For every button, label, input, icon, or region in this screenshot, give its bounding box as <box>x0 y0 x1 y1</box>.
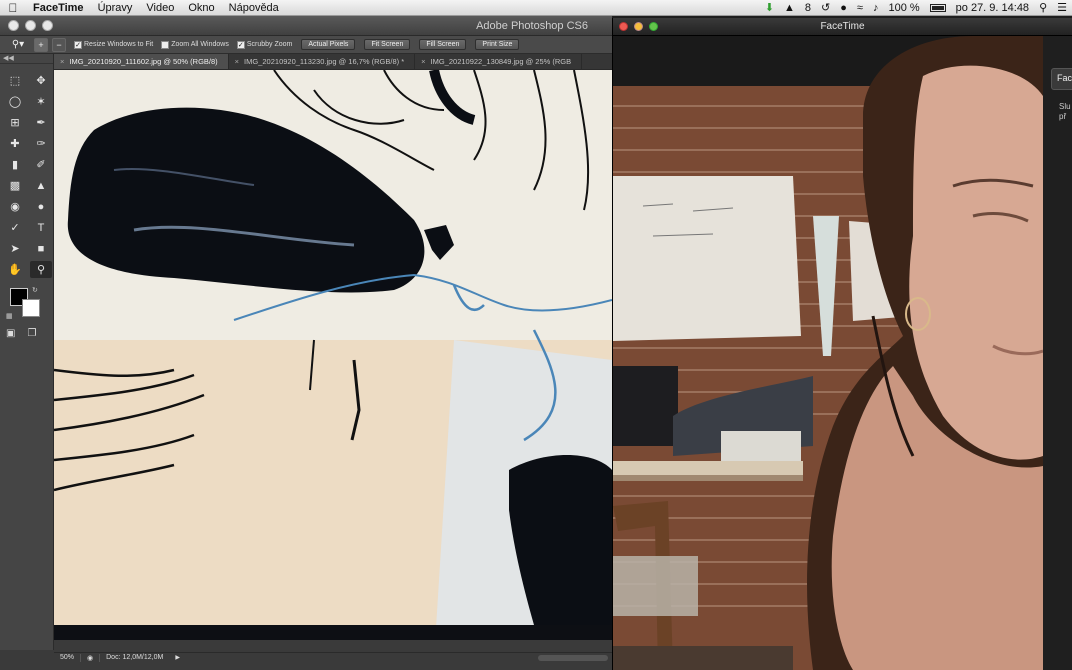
close-window-button[interactable] <box>8 20 19 31</box>
zoom-tool-icon[interactable]: ⚲ <box>30 261 52 278</box>
menu-app-facetime[interactable]: FaceTime <box>26 0 91 16</box>
zoom-window-button[interactable] <box>649 22 658 31</box>
background-color-swatch[interactable] <box>22 299 40 317</box>
path-selection-tool-icon[interactable]: ➤ <box>4 240 26 257</box>
facetime-sidebar-button[interactable]: Face <box>1051 68 1072 90</box>
facetime-titlebar: FaceTime <box>613 18 1072 36</box>
side-panel-text-1: Slu <box>1059 102 1071 111</box>
options-bar: ⚲▾ + − ✓ Resize Windows to Fit Zoom All … <box>0 36 612 54</box>
move-tool-icon[interactable]: ✥ <box>30 72 52 89</box>
fit-screen-button[interactable]: Fit Screen <box>364 39 411 50</box>
document-tabs: × IMG_20210920_111602.jpg @ 50% (RGB/8) … <box>54 54 612 70</box>
download-arrow-icon[interactable]: ⬇ <box>760 0 779 16</box>
notification-center-icon[interactable]: ☰ <box>1052 0 1072 16</box>
screen-mode-icon[interactable]: ❐ <box>27 328 36 339</box>
notification-count[interactable]: 8 <box>800 0 816 16</box>
brush-tool-icon[interactable]: ✑ <box>30 135 52 152</box>
blur-tool-icon[interactable]: ◉ <box>4 198 26 215</box>
time-machine-icon[interactable]: ↺ <box>816 0 835 16</box>
spotlight-search-icon[interactable]: ⚲ <box>1034 0 1052 16</box>
lasso-tool-icon[interactable]: ◯ <box>4 93 26 110</box>
battery-percent[interactable]: 100 % <box>883 0 924 16</box>
paint-bucket-tool-icon[interactable]: ▲ <box>30 177 52 194</box>
apple-menu-icon[interactable]:  <box>0 1 26 15</box>
photoshop-titlebar: Adobe Photoshop CS6 <box>0 16 612 36</box>
dodge-tool-icon[interactable]: ● <box>30 198 52 215</box>
volume-icon[interactable]: ♪ <box>868 0 884 16</box>
marquee-tool-icon[interactable]: ⬚ <box>4 72 26 89</box>
close-tab-icon[interactable]: × <box>60 57 64 66</box>
side-panel-text-2: př <box>1059 112 1067 121</box>
zoom-in-icon[interactable]: + <box>34 37 48 52</box>
rectangle-tool-icon[interactable]: ■ <box>30 240 52 257</box>
minimize-window-button[interactable] <box>634 22 643 31</box>
close-tab-icon[interactable]: × <box>421 57 425 66</box>
adobe-icon[interactable]: ▲ <box>779 0 800 16</box>
camera-video-image <box>613 36 1043 670</box>
tool-grid: ⬚ ✥ ◯ ✶ ⊞ ✒ ✚ ✑ ▮ ✐ ▩ ▲ ◉ ● ✓ T ➤ ■ ✋ ⚲ <box>0 64 53 278</box>
default-colors-icon[interactable]: ▦ <box>6 312 13 320</box>
photoshop-status-bar: 50% ◉ Doc: 12,0M/12,0M ▶ <box>54 652 612 662</box>
clone-stamp-tool-icon[interactable]: ▮ <box>4 156 26 173</box>
close-window-button[interactable] <box>619 22 628 31</box>
color-swatches: ▦ ↻ <box>0 286 53 324</box>
mode-buttons: ▣ ❐ <box>0 324 53 339</box>
collapse-panel-icon[interactable]: ◀◀ <box>0 54 53 64</box>
camera-preview <box>613 36 1043 670</box>
wifi-icon[interactable]: ≈ <box>852 0 868 16</box>
facetime-side-panel: Face Slu př <box>1043 36 1072 670</box>
checkbox-empty-icon <box>161 40 170 49</box>
menu-video[interactable]: Video <box>139 0 181 16</box>
history-brush-tool-icon[interactable]: ✐ <box>30 156 52 173</box>
fill-screen-button[interactable]: Fill Screen <box>419 39 467 50</box>
scrubby-zoom-checkbox[interactable]: ✓ Scrubby Zoom <box>236 40 292 49</box>
battery-icon[interactable] <box>925 0 951 16</box>
crop-tool-icon[interactable]: ⊞ <box>4 114 26 131</box>
window-controls <box>0 20 53 31</box>
window-controls <box>613 22 658 31</box>
checkmark-icon: ✓ <box>74 40 82 49</box>
menu-window[interactable]: Okno <box>181 0 221 16</box>
status-menu-icon[interactable]: ◉ <box>81 654 99 662</box>
horizontal-scrollbar[interactable] <box>538 654 608 661</box>
facetime-window: FaceTime Fac Slu př <box>612 18 1072 670</box>
menu-bar:  FaceTime Úpravy Video Okno Nápověda ⬇ … <box>0 0 1072 16</box>
pen-tool-icon[interactable]: ✓ <box>4 219 26 236</box>
zoom-level[interactable]: 50% <box>54 654 80 661</box>
minimize-window-button[interactable] <box>25 20 36 31</box>
photoshop-window: Adobe Photoshop CS6 ⚲▾ + − ✓ Resize Wind… <box>0 16 612 670</box>
zoom-tool-preset-icon[interactable]: ⚲▾ <box>6 39 30 50</box>
tools-panel: ◀◀ ⬚ ✥ ◯ ✶ ⊞ ✒ ✚ ✑ ▮ ✐ ▩ ▲ ◉ ● ✓ T ➤ ■ ✋… <box>0 54 54 650</box>
resize-windows-checkbox[interactable]: ✓ Resize Windows to Fit <box>74 40 153 49</box>
document-tab[interactable]: × IMG_20210920_113230.jpg @ 16,7% (RGB/8… <box>229 54 416 69</box>
document-canvas[interactable] <box>54 70 612 640</box>
menu-help[interactable]: Nápověda <box>222 0 286 16</box>
clock[interactable]: po 27. 9. 14:48 <box>951 0 1034 16</box>
swap-colors-icon[interactable]: ↻ <box>32 286 38 294</box>
zoom-all-windows-checkbox[interactable]: Zoom All Windows <box>161 40 229 49</box>
actual-pixels-button[interactable]: Actual Pixels <box>301 39 356 50</box>
document-tab[interactable]: × IMG_20210922_130849.jpg @ 25% (RGB <box>415 54 583 69</box>
quick-mask-icon[interactable]: ▣ <box>6 328 15 339</box>
bluetooth-icon[interactable]: ● <box>835 0 852 16</box>
menu-edit[interactable]: Úpravy <box>91 0 140 16</box>
eraser-tool-icon[interactable]: ▩ <box>4 177 26 194</box>
print-size-button[interactable]: Print Size <box>475 39 520 50</box>
healing-brush-tool-icon[interactable]: ✚ <box>4 135 26 152</box>
artwork-image <box>54 70 612 640</box>
hand-tool-icon[interactable]: ✋ <box>4 261 26 278</box>
zoom-out-icon[interactable]: − <box>52 37 66 52</box>
status-area: ⬇ ▲ 8 ↺ ● ≈ ♪ 100 % po 27. 9. 14:48 ⚲ ☰ <box>760 0 1072 16</box>
facetime-title: FaceTime <box>820 21 865 32</box>
zoom-window-button[interactable] <box>42 20 53 31</box>
close-tab-icon[interactable]: × <box>235 57 239 66</box>
type-tool-icon[interactable]: T <box>30 219 52 236</box>
photoshop-title: Adobe Photoshop CS6 <box>476 19 588 32</box>
checkmark-icon: ✓ <box>236 40 245 49</box>
document-tab[interactable]: × IMG_20210920_111602.jpg @ 50% (RGB/8) <box>54 54 229 69</box>
document-size: Doc: 12,0M/12,0M <box>106 654 164 661</box>
status-menu-arrow-icon[interactable]: ▶ <box>169 654 186 661</box>
eyedropper-tool-icon[interactable]: ✒ <box>30 114 52 131</box>
magic-wand-tool-icon[interactable]: ✶ <box>30 93 52 110</box>
